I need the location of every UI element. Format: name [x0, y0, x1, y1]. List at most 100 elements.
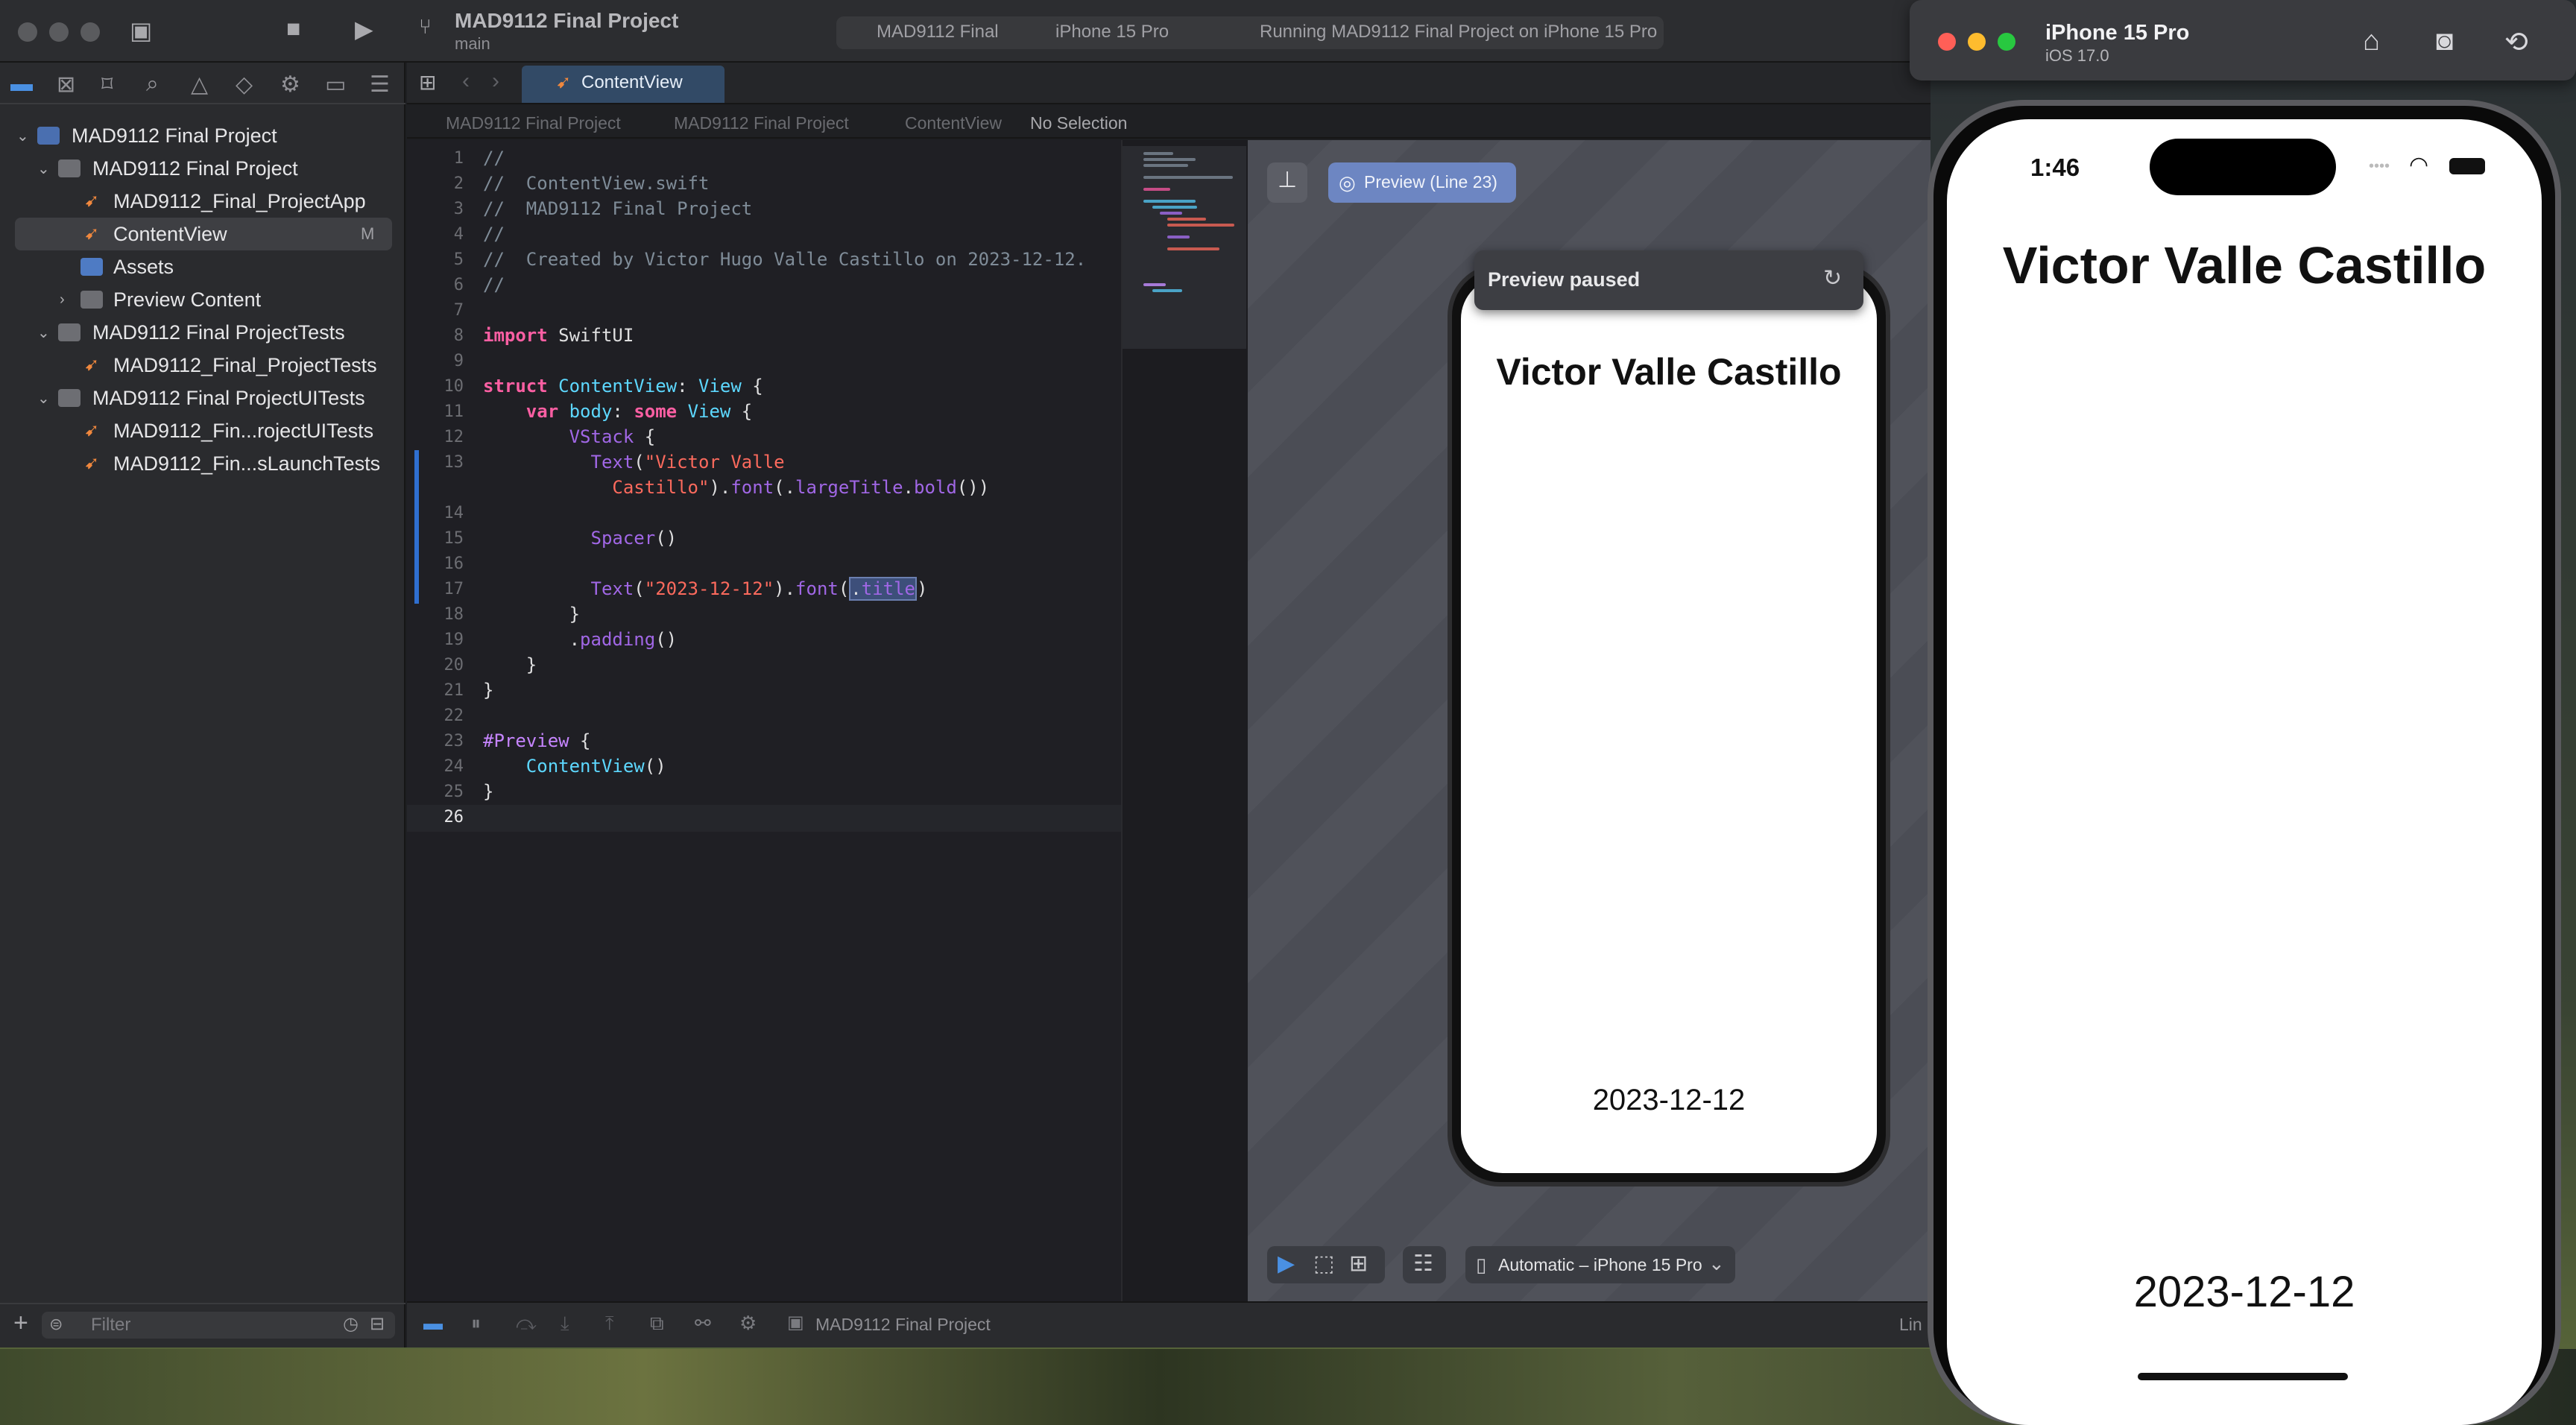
sim-minimize-button[interactable]: [1968, 33, 1986, 51]
simulator-device-name: iPhone 15 Pro: [2045, 21, 2190, 45]
view-hierarchy-icon[interactable]: ⧉: [650, 1312, 664, 1336]
code-line: Text("2023-12-12").font(.title): [590, 577, 928, 601]
tree-item-uitests-file[interactable]: ➹ MAD9112_Fin...rojectUITests: [0, 414, 405, 447]
breadcrumb-group[interactable]: MAD9112 Final Project: [674, 113, 849, 133]
tree-item-app-file[interactable]: ➹ MAD9112_Final_ProjectApp: [0, 185, 405, 218]
issue-icon[interactable]: △: [191, 72, 208, 98]
minimap-line: [1143, 152, 1173, 155]
grid-icon[interactable]: ⊞: [1349, 1251, 1368, 1277]
minimap-line: [1167, 224, 1234, 227]
chevron-down-icon[interactable]: ⌄: [37, 389, 50, 408]
tree-item-tests-group[interactable]: ⌄ MAD9112 Final ProjectTests: [0, 316, 405, 349]
assets-icon: [80, 258, 103, 276]
code-line: ContentView(): [525, 756, 666, 777]
sim-zoom-button[interactable]: [1998, 33, 2015, 51]
tree-label: MAD9112 Final Project: [72, 124, 277, 147]
project-title: MAD9112 Final Project: [455, 9, 679, 32]
tree-item-contentview[interactable]: ➹ ContentView M: [0, 218, 405, 250]
breadcrumb-project[interactable]: MAD9112 Final Project: [446, 113, 621, 133]
find-icon[interactable]: ⌕: [146, 72, 159, 97]
stop-icon[interactable]: ■: [286, 15, 300, 42]
add-icon[interactable]: +: [13, 1309, 28, 1338]
code-line: Text("Victor Valle: [590, 452, 785, 473]
line-number: 4: [453, 225, 464, 244]
code-line: // MAD9112 Final Project: [483, 198, 753, 219]
project-icon: [37, 127, 60, 145]
rotate-icon[interactable]: ⟲: [2504, 25, 2528, 59]
tree-item-tests-file[interactable]: ➹ MAD9112_Final_ProjectTests: [0, 349, 405, 382]
run-icon[interactable]: ▶: [355, 15, 373, 43]
line-number: 23: [443, 732, 464, 751]
filter-scope-icon[interactable]: ⊟: [370, 1313, 385, 1335]
tab-label[interactable]: ContentView: [581, 72, 683, 93]
scheme-label[interactable]: MAD9112 Final: [877, 22, 999, 42]
filter-options-icon[interactable]: ⊜: [49, 1315, 63, 1334]
signal-icon: ••••: [2369, 158, 2390, 174]
line-number: 10: [443, 377, 464, 396]
tree-label: Preview Content: [113, 288, 262, 311]
live-mode-icon[interactable]: ▶: [1278, 1251, 1295, 1277]
sidebar-toggle-icon[interactable]: ▣: [130, 16, 152, 45]
forward-icon[interactable]: ›: [492, 69, 499, 94]
breadcrumb-selection[interactable]: No Selection: [1030, 113, 1127, 133]
minimize-window-button[interactable]: [49, 22, 69, 42]
destination-label[interactable]: iPhone 15 Pro: [1055, 22, 1169, 42]
folder-icon[interactable]: ▬: [10, 72, 33, 97]
line-number: 17: [443, 580, 464, 598]
sim-close-button[interactable]: [1938, 33, 1956, 51]
simulator-screen[interactable]: [1947, 119, 2542, 1425]
zoom-window-button[interactable]: [80, 22, 100, 42]
tree-item-uitests-group[interactable]: ⌄ MAD9112 Final ProjectUITests: [0, 382, 405, 414]
close-window-button[interactable]: [18, 22, 37, 42]
back-icon[interactable]: ‹: [462, 69, 470, 94]
line-number: 11: [443, 402, 464, 421]
selectable-mode-icon[interactable]: ⬚: [1313, 1251, 1334, 1277]
console-toggle-icon[interactable]: ▬: [423, 1312, 443, 1335]
home-indicator[interactable]: [2138, 1373, 2348, 1380]
breadcrumb-file[interactable]: ContentView: [905, 113, 1002, 133]
recent-files-icon[interactable]: ◷: [343, 1313, 359, 1335]
code-line: //: [483, 148, 505, 168]
grid-icon[interactable]: ⊞: [419, 70, 436, 95]
report-icon[interactable]: ☰: [370, 72, 390, 98]
preview-screen[interactable]: [1461, 277, 1877, 1173]
source-control-icon[interactable]: ⊠: [57, 72, 75, 98]
chevron-down-icon[interactable]: ⌄: [37, 323, 50, 342]
memory-graph-icon[interactable]: ⚯: [695, 1312, 711, 1335]
debug-icon[interactable]: ⚙: [280, 72, 300, 98]
pause-icon[interactable]: ⏸: [471, 1312, 481, 1336]
code-line: Castillo").font(.largeTitle.bold()): [612, 477, 990, 498]
preview-date-text: 2023-12-12: [1592, 1084, 1746, 1116]
test-icon[interactable]: ◇: [236, 72, 253, 98]
line-number: 26: [443, 808, 464, 827]
dynamic-island: [2150, 139, 2336, 195]
tree-item-group-main[interactable]: ⌄ MAD9112 Final Project: [0, 152, 405, 185]
breakpoint-icon[interactable]: ▭: [325, 72, 346, 98]
folder-icon: [58, 159, 80, 177]
environment-icon[interactable]: ⚙: [739, 1312, 757, 1335]
bookmark-icon[interactable]: ⌑: [101, 72, 113, 98]
tree-item-preview-content[interactable]: › Preview Content: [0, 283, 405, 316]
home-icon[interactable]: ⌂: [2363, 25, 2380, 57]
tree-label: MAD9112_Final_ProjectTests: [113, 353, 377, 376]
tree-item-project[interactable]: ⌄ MAD9112 Final Project: [0, 119, 405, 152]
line-number: 8: [453, 326, 464, 345]
step-into-icon[interactable]: ⤓: [561, 1312, 569, 1336]
screenshot-icon[interactable]: ◙: [2436, 25, 2453, 57]
step-out-icon[interactable]: ⤒: [605, 1312, 614, 1336]
preview-icon: ◎: [1339, 171, 1356, 194]
swift-file-icon: ➹: [83, 224, 100, 244]
tree-item-launchtests-file[interactable]: ➹ MAD9112_Fin...sLaunchTests: [0, 447, 405, 480]
chevron-down-icon: ⌄: [1708, 1252, 1725, 1274]
refresh-icon[interactable]: ↻: [1823, 265, 1842, 291]
chevron-right-icon[interactable]: ›: [60, 291, 65, 309]
tree-label: MAD9112_Final_ProjectApp: [113, 189, 366, 212]
tree-item-assets[interactable]: Assets: [0, 250, 405, 283]
line-number: 1: [453, 149, 464, 168]
minimap-line: [1143, 164, 1188, 167]
chevron-down-icon[interactable]: ⌄: [37, 159, 50, 178]
step-over-icon[interactable]: ⤼: [516, 1312, 537, 1336]
chevron-down-icon[interactable]: ⌄: [16, 127, 29, 145]
code-editor[interactable]: [407, 140, 1121, 1301]
line-number: 16: [443, 554, 464, 573]
